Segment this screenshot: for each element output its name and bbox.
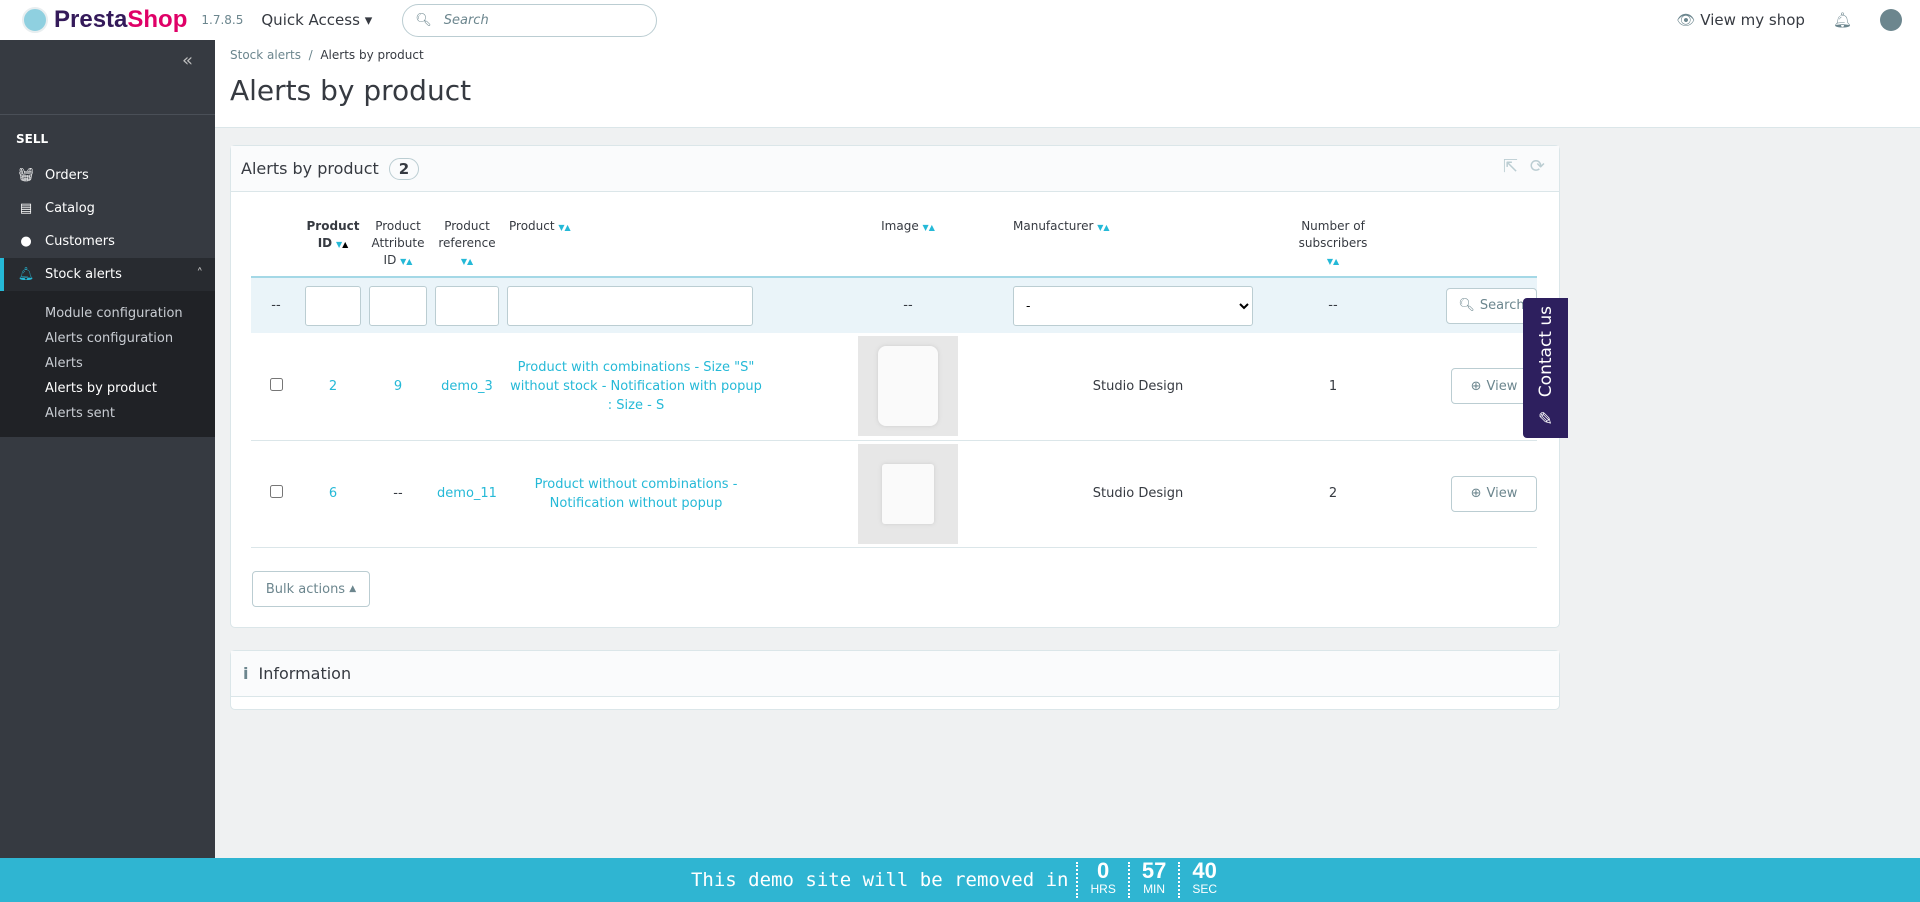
filter-manufacturer[interactable]: - bbox=[1013, 285, 1253, 326]
row-checkbox[interactable] bbox=[269, 485, 283, 498]
view-my-shop-link[interactable]: 👁︎ View my shop bbox=[1676, 11, 1804, 29]
filter-product-id[interactable] bbox=[305, 285, 361, 326]
filter-product[interactable] bbox=[507, 285, 753, 326]
col-manufacturer[interactable]: Manufacturer ▼▲ bbox=[1013, 200, 1263, 278]
store-icon: ▤ bbox=[19, 201, 33, 216]
sidebar: « SELL 🧺︎ Orders ▤ Catalog ● Customers 🔔︎ St… bbox=[0, 40, 215, 858]
pencil-icon: ✎ bbox=[1537, 409, 1554, 430]
col-subscribers[interactable]: Number of subscribers ▼▲ bbox=[1263, 200, 1403, 278]
contact-us-tab[interactable]: Contact us ✎ bbox=[1523, 298, 1568, 438]
product-name[interactable]: Product with combinations - Size "S" wit… bbox=[503, 333, 803, 441]
caret-up-icon: ▲ bbox=[349, 584, 357, 594]
collapse-sidebar-icon[interactable]: « bbox=[182, 50, 193, 71]
sort-icon[interactable]: ▼▲ bbox=[461, 257, 473, 266]
page-title: Alerts by product bbox=[230, 74, 472, 107]
bulk-actions-button[interactable]: Bulk actions ▲ bbox=[252, 571, 370, 607]
export-icon[interactable]: ⇱ bbox=[1503, 156, 1518, 177]
caret-down-icon: ▾ bbox=[364, 11, 373, 29]
account-icon[interactable] bbox=[1880, 9, 1902, 31]
submenu-alerts-configuration[interactable]: Alerts configuration bbox=[0, 326, 215, 351]
col-reference[interactable]: Product reference ▼▲ bbox=[431, 200, 503, 278]
filter-attribute-id[interactable] bbox=[369, 285, 427, 326]
sidebar-item-customers[interactable]: ● Customers bbox=[0, 225, 215, 258]
col-product[interactable]: Product ▼▲ bbox=[503, 200, 803, 278]
product-image-tshirt bbox=[858, 336, 958, 437]
logo-icon bbox=[22, 7, 48, 33]
sort-icon[interactable]: ▼▲ bbox=[1327, 257, 1339, 266]
sidebar-item-catalog[interactable]: ▤ Catalog bbox=[0, 192, 215, 225]
search-icon: 🔍︎ bbox=[1458, 298, 1475, 313]
zoom-in-icon: ⊕ bbox=[1470, 486, 1482, 501]
col-product-id[interactable]: Product ID ▼▲ bbox=[301, 200, 365, 278]
sidebar-item-stock-alerts[interactable]: 🔔︎ Stock alerts ˄ bbox=[0, 258, 215, 291]
sort-icon[interactable]: ▼▲ bbox=[558, 223, 570, 232]
breadcrumb: Stock alerts / Alerts by product bbox=[230, 48, 424, 62]
alert-bell-icon: 🔔︎ bbox=[17, 267, 35, 282]
demo-countdown-bar: This demo site will be removed in 0 HRS 5… bbox=[0, 858, 1920, 902]
filter-reference[interactable] bbox=[435, 285, 499, 326]
zoom-in-icon: ⊕ bbox=[1470, 378, 1482, 394]
version: 1.7.8.5 bbox=[201, 13, 244, 27]
search-icon: 🔍︎ bbox=[415, 12, 432, 28]
top-bar: PrestaShop 1.7.8.5 Quick Access ▾ 🔍︎ Sear… bbox=[0, 0, 1920, 40]
divider bbox=[0, 114, 215, 115]
bell-icon[interactable]: 🔔︎ bbox=[1833, 11, 1852, 29]
view-button[interactable]: ⊕ View bbox=[1451, 475, 1537, 512]
alerts-panel: Alerts by product 2 ⇱ ⟳ Product ID ▼▲ Produ… bbox=[230, 145, 1560, 628]
countdown-seconds: 40 SEC bbox=[1178, 860, 1229, 898]
sidebar-item-orders[interactable]: 🧺︎ Orders bbox=[0, 159, 215, 192]
countdown-hours: 0 HRS bbox=[1076, 860, 1127, 898]
refresh-icon[interactable]: ⟳ bbox=[1530, 156, 1545, 177]
account-circle-icon: ● bbox=[20, 234, 32, 249]
quick-access-dropdown[interactable]: Quick Access ▾ bbox=[261, 11, 372, 29]
sort-icon[interactable]: ▼▲ bbox=[1097, 223, 1109, 232]
submenu-alerts-sent[interactable]: Alerts sent bbox=[0, 401, 215, 426]
information-panel: i Information bbox=[230, 650, 1560, 710]
panel-header: Alerts by product 2 bbox=[231, 146, 1559, 192]
col-image[interactable]: Image ▼▲ bbox=[803, 200, 1013, 278]
breadcrumb-current: Alerts by product bbox=[320, 48, 424, 62]
chevron-up-icon: ˄ bbox=[196, 267, 204, 282]
sort-icon[interactable]: ▼▲ bbox=[400, 257, 412, 266]
count-badge: 2 bbox=[388, 157, 420, 180]
row-checkbox[interactable] bbox=[269, 377, 283, 391]
sort-icon[interactable]: ▼▲ bbox=[336, 240, 348, 249]
info-icon: i bbox=[243, 664, 249, 683]
alerts-table: Product ID ▼▲ Product Attribute ID ▼▲ Produ… bbox=[251, 200, 1537, 548]
page-header: Stock alerts / Alerts by product Alerts … bbox=[215, 40, 1920, 128]
col-attribute-id[interactable]: Product Attribute ID ▼▲ bbox=[365, 200, 431, 278]
search-input[interactable]: 🔍︎ Search bbox=[402, 3, 658, 37]
product-name[interactable]: Product without combinations - Notificat… bbox=[503, 440, 803, 548]
section-sell: SELL bbox=[16, 132, 49, 146]
submenu: Module configuration Alerts configuratio… bbox=[0, 291, 215, 437]
submenu-alerts-by-product[interactable]: Alerts by product bbox=[0, 376, 215, 401]
submenu-alerts[interactable]: Alerts bbox=[0, 351, 215, 376]
basket-icon: 🧺︎ bbox=[17, 168, 35, 183]
submenu-module-configuration[interactable]: Module configuration bbox=[0, 301, 215, 326]
table-row: 6 -- demo_11 Product without combination… bbox=[251, 440, 1537, 548]
countdown-minutes: 57 MIN bbox=[1127, 860, 1178, 898]
breadcrumb-parent[interactable]: Stock alerts bbox=[230, 48, 301, 62]
eye-icon: 👁︎ bbox=[1676, 11, 1696, 29]
filter-row: -- -- - -- 🔍︎ Search bbox=[251, 277, 1537, 333]
sort-icon[interactable]: ▼▲ bbox=[923, 223, 935, 232]
product-image-mug bbox=[858, 443, 958, 544]
prestashop-logo[interactable]: PrestaShop bbox=[22, 6, 187, 34]
table-row: 2 9 demo_3 Product with combinations - S… bbox=[251, 333, 1537, 441]
